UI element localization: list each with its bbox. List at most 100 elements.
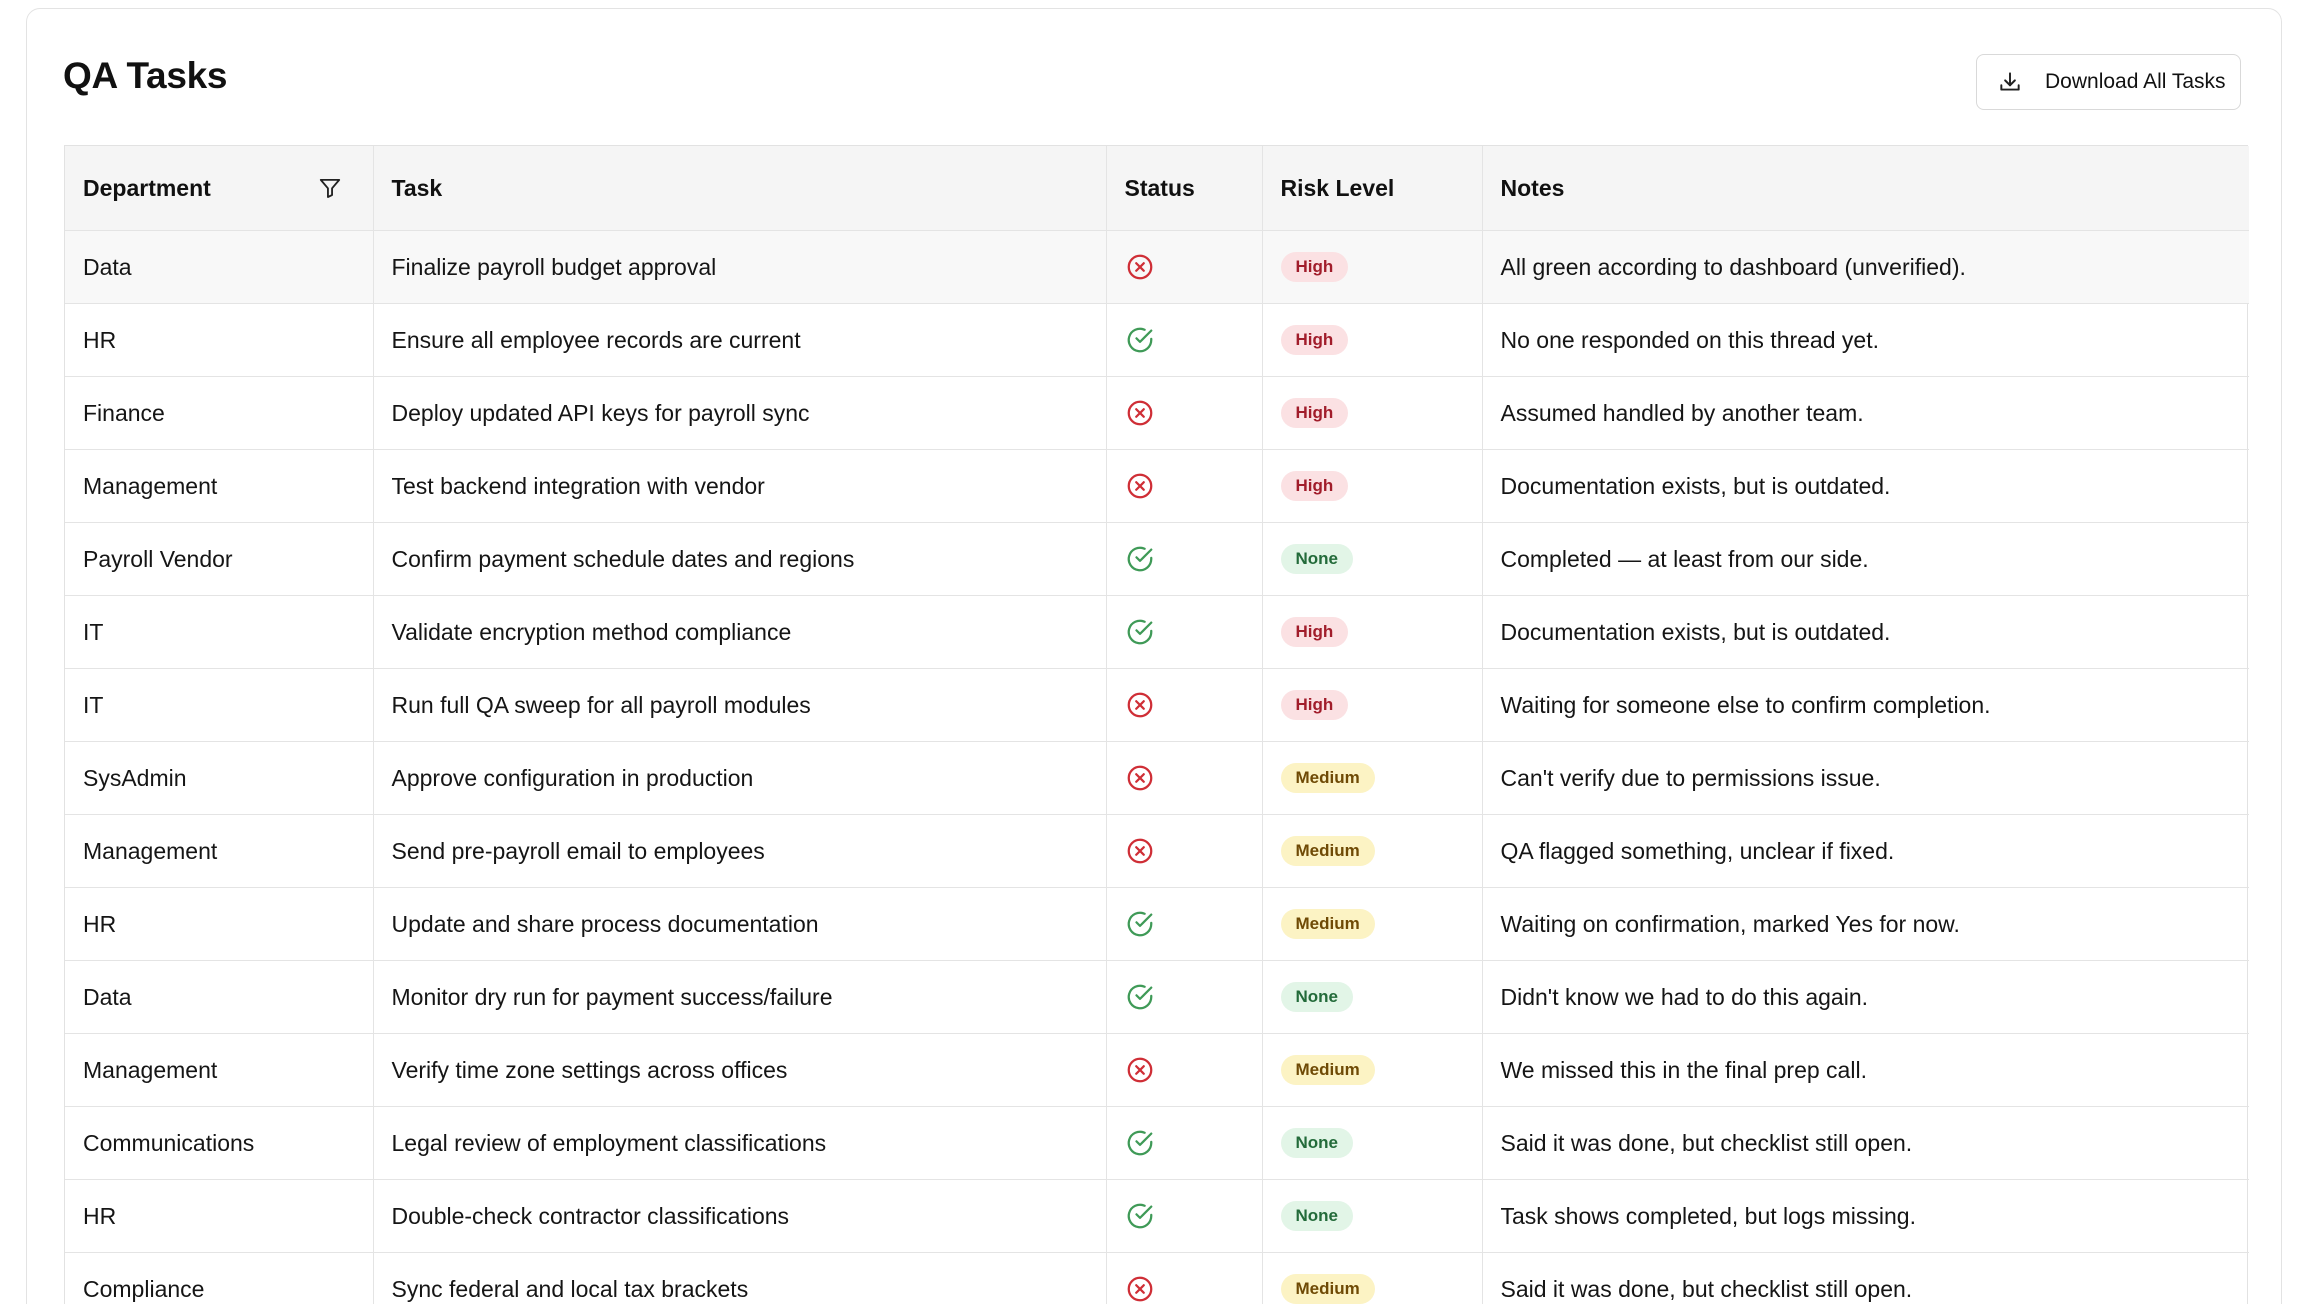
cell-risk-level: High <box>1262 376 1483 450</box>
table-row[interactable]: HR Ensure all employee records are curren… <box>65 303 2249 377</box>
cell-department: IT <box>65 595 374 669</box>
cell-risk-level: High <box>1262 303 1483 377</box>
cell-risk-level: Medium <box>1262 814 1483 888</box>
table-row[interactable]: SysAdmin Approve configuration in product… <box>65 741 2249 815</box>
table-row[interactable]: HR Double-check contractor classification… <box>65 1179 2249 1253</box>
cell-task: Update and share process documentation <box>373 887 1107 961</box>
column-header-notes: Notes <box>1482 146 2249 231</box>
cell-task: Send pre-payroll email to employees <box>373 814 1107 888</box>
cell-notes: Task shows completed, but logs missing. <box>1482 1179 2249 1253</box>
x-circle-icon <box>1125 1274 1155 1304</box>
check-circle-icon <box>1125 1201 1155 1231</box>
download-all-tasks-label: Download All Tasks <box>2045 70 2226 93</box>
x-circle-icon <box>1125 1055 1155 1085</box>
download-icon <box>1997 69 2023 95</box>
risk-level-badge: High <box>1280 471 1349 501</box>
cell-department: Compliance <box>65 1252 374 1304</box>
cell-task: Legal review of employment classificatio… <box>373 1106 1107 1180</box>
filter-icon[interactable] <box>317 175 343 201</box>
cell-notes: QA flagged something, unclear if fixed. <box>1482 814 2249 888</box>
cell-status <box>1106 741 1263 815</box>
cell-risk-level: None <box>1262 1179 1483 1253</box>
table-row[interactable]: Communications Legal review of employment… <box>65 1106 2249 1180</box>
cell-risk-level: Medium <box>1262 887 1483 961</box>
cell-status <box>1106 376 1263 450</box>
cell-notes: Assumed handled by another team. <box>1482 376 2249 450</box>
cell-status <box>1106 814 1263 888</box>
column-header-status: Status <box>1106 146 1263 231</box>
cell-status <box>1106 960 1263 1034</box>
table-row[interactable]: IT Run full QA sweep for all payroll modu… <box>65 668 2249 742</box>
cell-department: Management <box>65 1033 374 1107</box>
cell-status <box>1106 303 1263 377</box>
cell-risk-level: Medium <box>1262 1252 1483 1304</box>
cell-status <box>1106 230 1263 304</box>
table-row[interactable]: IT Validate encryption method compliance H… <box>65 595 2249 669</box>
x-circle-icon <box>1125 252 1155 282</box>
cell-department: HR <box>65 303 374 377</box>
cell-task: Confirm payment schedule dates and regio… <box>373 522 1107 596</box>
cell-risk-level: High <box>1262 595 1483 669</box>
download-all-tasks-button[interactable]: Download All Tasks <box>1976 54 2241 110</box>
cell-department: SysAdmin <box>65 741 374 815</box>
cell-risk-level: None <box>1262 960 1483 1034</box>
cell-notes: Said it was done, but checklist still op… <box>1482 1252 2249 1304</box>
qa-tasks-table-wrapper: Department Task Status Risk Level Notes <box>64 145 2249 1304</box>
cell-risk-level: None <box>1262 1106 1483 1180</box>
cell-task: Finalize payroll budget approval <box>373 230 1107 304</box>
risk-level-badge: Medium <box>1280 1055 1375 1085</box>
cell-task: Approve configuration in production <box>373 741 1107 815</box>
risk-level-badge: High <box>1280 617 1349 647</box>
table-row[interactable]: Finance Deploy updated API keys for payro… <box>65 376 2249 450</box>
risk-level-badge: None <box>1280 982 1353 1012</box>
table-row[interactable]: Payroll Vendor Confirm payment schedule d… <box>65 522 2249 596</box>
cell-status <box>1106 1179 1263 1253</box>
table-body: Data Finalize payroll budget approval High… <box>65 230 2249 1304</box>
table-row[interactable]: Management Send pre-payroll email to empl… <box>65 814 2249 888</box>
cell-risk-level: Medium <box>1262 1033 1483 1107</box>
cell-notes: Completed — at least from our side. <box>1482 522 2249 596</box>
cell-task: Validate encryption method compliance <box>373 595 1107 669</box>
cell-notes: Waiting on confirmation, marked Yes for … <box>1482 887 2249 961</box>
table-row[interactable]: HR Update and share process documentation… <box>65 887 2249 961</box>
cell-task: Deploy updated API keys for payroll sync <box>373 376 1107 450</box>
risk-level-badge: None <box>1280 1201 1353 1231</box>
table-row[interactable]: Data Monitor dry run for payment success/… <box>65 960 2249 1034</box>
risk-level-badge: None <box>1280 1128 1353 1158</box>
cell-department: IT <box>65 668 374 742</box>
cell-notes: All green according to dashboard (unveri… <box>1482 230 2249 304</box>
cell-status <box>1106 595 1263 669</box>
cell-status <box>1106 668 1263 742</box>
cell-task: Ensure all employee records are current <box>373 303 1107 377</box>
cell-notes: Documentation exists, but is outdated. <box>1482 595 2249 669</box>
cell-department: Communications <box>65 1106 374 1180</box>
x-circle-icon <box>1125 836 1155 866</box>
cell-task: Double-check contractor classifications <box>373 1179 1107 1253</box>
risk-level-badge: Medium <box>1280 763 1375 793</box>
cell-task: Run full QA sweep for all payroll module… <box>373 668 1107 742</box>
table-row[interactable]: Management Test backend integration with … <box>65 449 2249 523</box>
cell-task: Test backend integration with vendor <box>373 449 1107 523</box>
page-title: QA Tasks <box>63 55 228 96</box>
cell-department: Management <box>65 449 374 523</box>
cell-task: Monitor dry run for payment success/fail… <box>373 960 1107 1034</box>
x-circle-icon <box>1125 690 1155 720</box>
column-header-department: Department <box>65 146 374 231</box>
check-circle-icon <box>1125 325 1155 355</box>
check-circle-icon <box>1125 617 1155 647</box>
table-row[interactable]: Management Verify time zone settings acro… <box>65 1033 2249 1107</box>
table-row[interactable]: Data Finalize payroll budget approval High… <box>65 230 2249 304</box>
cell-notes: Said it was done, but checklist still op… <box>1482 1106 2249 1180</box>
check-circle-icon <box>1125 909 1155 939</box>
column-header-risk-level: Risk Level <box>1262 146 1483 231</box>
cell-department: Payroll Vendor <box>65 522 374 596</box>
cell-notes: We missed this in the final prep call. <box>1482 1033 2249 1107</box>
column-header-department-label: Department <box>83 174 211 201</box>
cell-task: Verify time zone settings across offices <box>373 1033 1107 1107</box>
cell-risk-level: Medium <box>1262 741 1483 815</box>
column-header-task: Task <box>373 146 1107 231</box>
table-row[interactable]: Compliance Sync federal and local tax bra… <box>65 1252 2249 1304</box>
qa-tasks-card: QA Tasks Download All Tasks Department T… <box>26 8 2282 1304</box>
cell-status <box>1106 887 1263 961</box>
check-circle-icon <box>1125 982 1155 1012</box>
